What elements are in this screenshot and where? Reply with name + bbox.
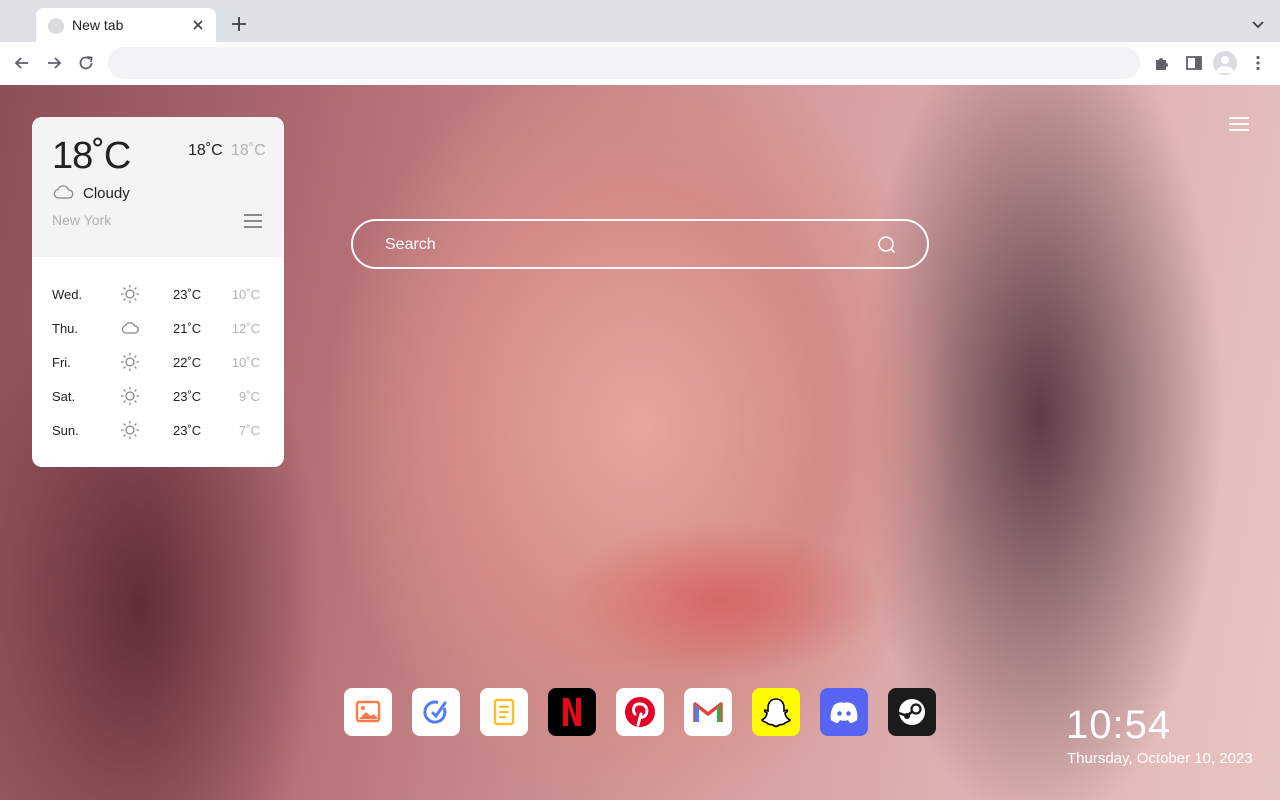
tab-search-chevron-icon[interactable] <box>1248 14 1268 34</box>
forecast-low: 12˚C <box>231 321 260 336</box>
kebab-menu-icon[interactable] <box>1248 53 1268 73</box>
forecast-day: Fri. <box>52 355 71 370</box>
back-arrow-icon[interactable] <box>12 53 32 73</box>
today-high: 18˚C <box>188 142 223 159</box>
weather-list-icon[interactable] <box>244 214 262 230</box>
profile-avatar-icon[interactable] <box>1213 51 1237 75</box>
photo-icon[interactable] <box>344 688 392 736</box>
cloud-icon <box>121 322 139 334</box>
extensions-puzzle-icon[interactable] <box>1152 53 1172 73</box>
forecast-high: 23˚C <box>173 287 202 302</box>
note-icon[interactable] <box>480 688 528 736</box>
forecast-day: Sat. <box>52 389 76 404</box>
clock-time: 10:54 <box>1066 703 1172 747</box>
forecast-day: Thu. <box>52 321 79 336</box>
forecast-row: Thu. 21˚C 12˚C <box>32 311 284 345</box>
forecast-low: 7˚C <box>239 423 260 438</box>
forecast-row: Wed. 23˚C 10˚C <box>32 277 284 311</box>
reload-icon[interactable] <box>76 53 96 73</box>
tab-favicon-icon <box>48 18 64 34</box>
side-panel-icon[interactable] <box>1184 53 1204 73</box>
sun-icon <box>121 353 139 371</box>
browser-tab[interactable]: New tab <box>36 8 216 42</box>
forecast-day: Sun. <box>52 423 79 438</box>
sun-icon <box>121 285 139 303</box>
gmail-icon[interactable] <box>684 688 732 736</box>
current-temperature: 18˚C <box>52 135 131 177</box>
today-low: 18˚C <box>231 142 266 159</box>
weather-widget: 18˚C 18˚C 18˚C Cloudy New York Wed. 23˚C… <box>32 117 284 467</box>
forecast-low: 10˚C <box>231 287 260 302</box>
forecast-high: 23˚C <box>173 389 202 404</box>
forecast-day: Wed. <box>52 287 83 302</box>
weather-city: New York <box>52 212 112 228</box>
forecast-high: 23˚C <box>173 423 202 438</box>
search-icon[interactable] <box>877 235 897 255</box>
forecast-low: 9˚C <box>239 389 260 404</box>
forecast-row: Fri. 22˚C 10˚C <box>32 345 284 379</box>
tab-title: New tab <box>72 17 124 33</box>
clock-date: Thursday, October 10, 2023 <box>1067 750 1253 767</box>
snapchat-icon[interactable] <box>752 688 800 736</box>
sun-icon <box>121 387 139 405</box>
forecast-low: 10˚C <box>231 355 260 370</box>
forecast-high: 22˚C <box>173 355 202 370</box>
address-bar[interactable] <box>108 47 1140 79</box>
netflix-icon[interactable] <box>548 688 596 736</box>
browser-toolbar <box>0 42 1280 86</box>
forecast-row: Sun. 23˚C 7˚C <box>32 413 284 447</box>
new-tab-icon[interactable] <box>228 13 250 35</box>
tab-strip: New tab <box>0 0 1280 42</box>
pinterest-icon[interactable] <box>616 688 664 736</box>
new-tab-page: 18˚C 18˚C 18˚C Cloudy New York Wed. 23˚C… <box>0 85 1280 800</box>
forecast-high: 21˚C <box>173 321 202 336</box>
hamburger-menu-icon[interactable] <box>1229 117 1249 133</box>
weather-condition: Cloudy <box>83 185 130 202</box>
search-bar <box>351 219 929 269</box>
cloud-icon <box>53 185 74 199</box>
forecast-row: Sat. 23˚C 9˚C <box>32 379 284 413</box>
discord-icon[interactable] <box>820 688 868 736</box>
steam-icon[interactable] <box>888 688 936 736</box>
close-tab-icon[interactable] <box>188 15 208 35</box>
check-circle-icon[interactable] <box>412 688 460 736</box>
search-input[interactable] <box>383 231 867 259</box>
forward-arrow-icon[interactable] <box>44 53 64 73</box>
sun-icon <box>121 421 139 439</box>
weather-current: 18˚C 18˚C 18˚C Cloudy New York <box>32 117 284 257</box>
